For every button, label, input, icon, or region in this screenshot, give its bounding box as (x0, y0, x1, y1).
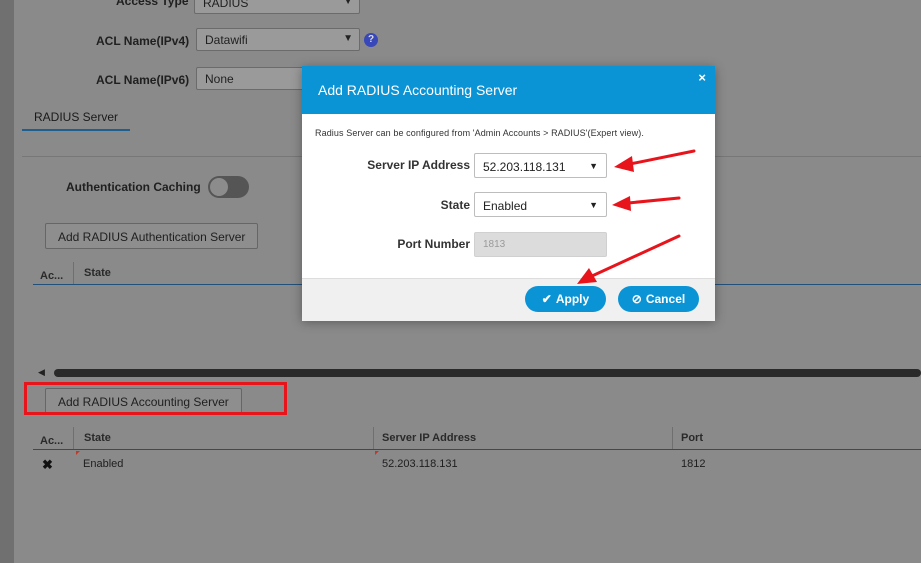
dialog-header: Add RADIUS Accounting Server × (302, 66, 715, 114)
chevron-down-icon: ▼ (343, 33, 353, 44)
scroll-left-arrow-icon[interactable]: ◀ (38, 367, 45, 378)
acct-table-header-action: Ac... (40, 435, 64, 447)
access-type-label: Access Type (116, 0, 189, 8)
toggle-knob (210, 178, 228, 196)
acl-ipv6-value: None (205, 72, 234, 86)
x-icon[interactable]: ✖ (42, 457, 53, 473)
acl-ipv4-value: Datawifi (205, 33, 248, 47)
acl-ipv4-label: ACL Name(IPv4) (96, 34, 190, 48)
column-divider (373, 427, 374, 449)
ban-icon: ⊘ (631, 292, 642, 306)
server-ip-select[interactable]: 52.203.118.131 ▼ (474, 153, 607, 178)
horizontal-scrollbar[interactable] (54, 369, 921, 377)
acct-table-header-server-ip: Server IP Address (382, 432, 477, 444)
auth-table-header-action: Ac... (40, 270, 64, 282)
dirty-marker (76, 451, 80, 455)
acct-row-state: Enabled (83, 458, 124, 470)
access-type-value: RADIUS (203, 0, 249, 10)
acl-ipv6-label: ACL Name(IPv6) (96, 73, 190, 87)
auth-table-header-state: State (84, 267, 111, 279)
dialog-note: Radius Server can be configured from 'Ad… (315, 128, 644, 138)
auth-caching-label: Authentication Caching (66, 180, 201, 194)
help-icon[interactable]: ? (364, 33, 378, 47)
server-ip-label: Server IP Address (367, 158, 470, 172)
highlight-box-annotation (24, 382, 287, 415)
access-type-select[interactable]: RADIUS ▼ (194, 0, 360, 14)
apply-label: Apply (555, 292, 590, 306)
apply-button[interactable]: ✔ Apply (525, 286, 606, 312)
add-radius-authentication-server-button[interactable]: Add RADIUS Authentication Server (45, 223, 259, 249)
acct-row-port: 1812 (681, 458, 706, 470)
state-value: Enabled (483, 199, 528, 213)
chevron-down-icon: ▼ (343, 0, 353, 7)
dialog-title: Add RADIUS Accounting Server (318, 82, 518, 98)
column-divider (672, 427, 673, 449)
acct-table-header-port: Port (681, 432, 703, 444)
chevron-down-icon: ▼ (589, 200, 598, 210)
cancel-label: Cancel (645, 292, 686, 306)
active-tab-indicator (22, 129, 130, 131)
state-select[interactable]: Enabled ▼ (474, 192, 607, 217)
state-label: State (440, 198, 470, 212)
column-divider (73, 262, 74, 284)
dirty-marker (375, 451, 379, 455)
acct-row-server-ip: 52.203.118.131 (382, 458, 458, 470)
column-divider (73, 427, 74, 449)
cancel-button[interactable]: ⊘ Cancel (618, 286, 699, 312)
auth-caching-toggle[interactable] (208, 176, 249, 198)
add-radius-accounting-server-dialog: Add RADIUS Accounting Server × Radius Se… (302, 66, 715, 321)
port-number-input[interactable]: 1813 (474, 232, 607, 257)
close-icon[interactable]: × (698, 70, 706, 85)
acl-ipv6-select[interactable]: None (196, 67, 306, 90)
acct-table-header-underline (33, 449, 921, 450)
port-number-placeholder: 1813 (483, 239, 506, 250)
port-number-label: Port Number (397, 237, 470, 251)
left-edge-strip (0, 0, 14, 563)
check-icon: ✔ (541, 292, 552, 306)
server-ip-value: 52.203.118.131 (483, 160, 566, 174)
chevron-down-icon: ▼ (589, 161, 598, 171)
acl-ipv4-select[interactable]: Datawifi ▼ (196, 28, 360, 51)
tab-radius-server[interactable]: RADIUS Server (34, 110, 118, 124)
acct-table-header-state: State (84, 432, 111, 444)
